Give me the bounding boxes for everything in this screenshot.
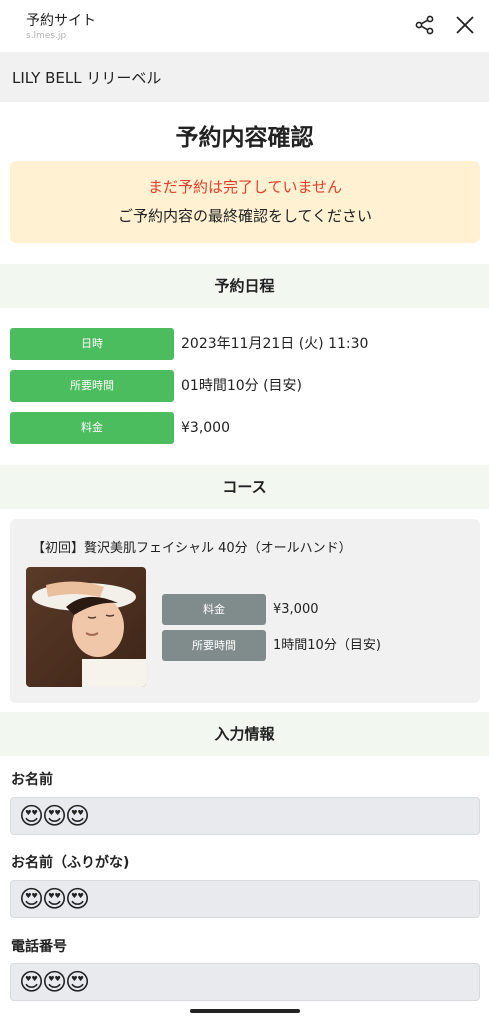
schedule-label-duration: 所要時間 [10,370,174,402]
field-label-name: お名前 [11,772,53,788]
shop-name-bar: LILY BELL リリーベル [0,52,489,102]
course-card: 【初回】贅沢美肌フェイシャル 40分（オールハンド） 料金 ¥3,000 所要時… [10,519,480,703]
course-photo [26,567,146,687]
section-heading-schedule: 予約日程 [0,264,489,308]
section-heading-input-info: 入力情報 [0,712,489,756]
browser-url: s.lmes.jp [26,31,67,41]
field-label-furigana: お名前（ふりがな) [11,855,130,871]
browser-header: 予約サイト s.lmes.jp [0,0,489,52]
schedule-label-price: 料金 [10,412,174,444]
schedule-value-duration: 01時間10分 (目安) [181,378,303,394]
schedule-value-datetime: 2023年11月21日 (火) 11:30 [181,336,369,352]
share-icon[interactable] [414,14,436,36]
field-label-phone: 電話番号 [11,939,67,955]
course-name: 【初回】贅沢美肌フェイシャル 40分（オールハンド） [32,541,352,556]
course-value-duration: 1時間10分（目安) [273,638,381,653]
field-value-phone: 😍😍😍 [10,963,480,1001]
field-value-furigana: 😍😍😍 [10,880,480,918]
notice-box: まだ予約は完了していません ご予約内容の最終確認をしてください [10,161,480,243]
schedule-label-datetime: 日時 [10,328,174,360]
notice-warning: まだ予約は完了していません [147,178,343,196]
page-title: 予約内容確認 [175,125,314,151]
browser-title: 予約サイト [26,13,96,29]
section-heading-course: コース [0,465,489,509]
shop-name: LILY BELL リリーベル [12,69,162,87]
close-icon[interactable] [454,14,476,36]
course-label-price: 料金 [162,594,266,625]
notice-message: ご予約内容の最終確認をしてください [117,207,373,225]
home-indicator[interactable] [190,1009,300,1013]
field-value-name: 😍😍😍 [10,797,480,835]
course-value-price: ¥3,000 [273,602,319,617]
course-label-duration: 所要時間 [162,630,266,661]
schedule-value-price: ¥3,000 [181,420,230,436]
